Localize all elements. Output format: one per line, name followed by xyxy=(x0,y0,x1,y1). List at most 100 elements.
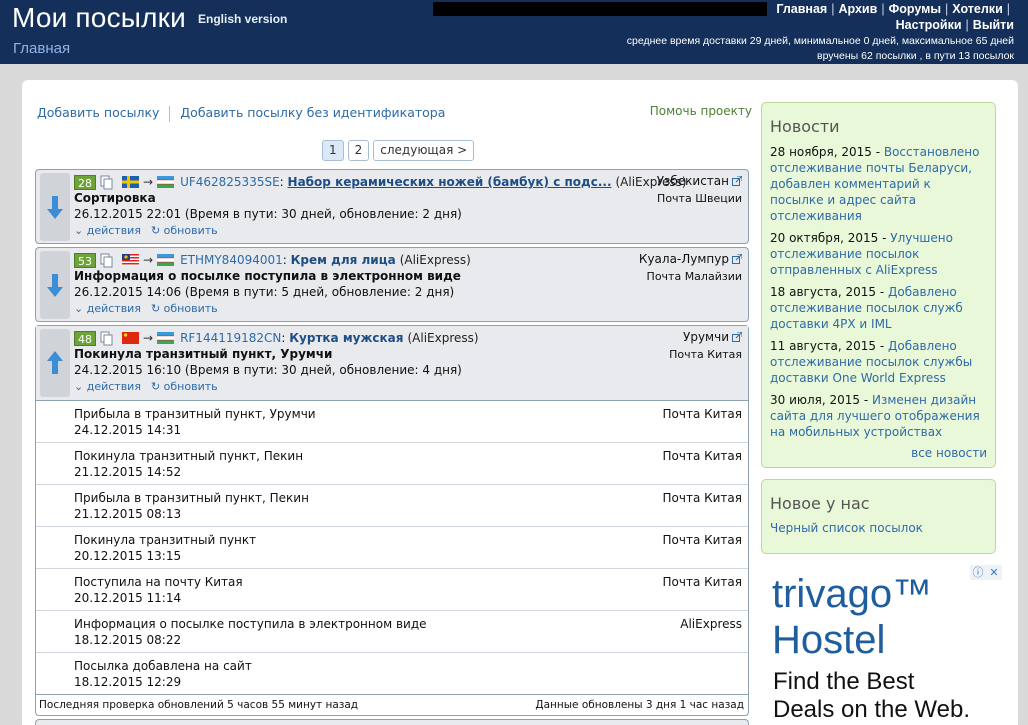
event-date: 18.12.2015 12:29 xyxy=(74,675,182,689)
news-item: 18 августа, 2015 - Добавлено отслеживани… xyxy=(770,285,963,331)
nav-forums[interactable]: Форумы xyxy=(889,2,941,16)
flag-uzbekistan-icon xyxy=(157,176,175,188)
site-header: Мои посылки English version Главная Глав… xyxy=(0,0,1028,64)
event-description: Покинула транзитный пункт xyxy=(74,533,257,547)
tracking-number[interactable]: UF462825335SE xyxy=(180,175,280,189)
breadcrumb[interactable]: Главная xyxy=(13,40,70,57)
route-arrow-icon: → xyxy=(143,331,154,345)
ad-brand: trivago™ Hostel xyxy=(772,572,933,662)
actions-dropdown[interactable]: ⌄ действия xyxy=(74,302,141,315)
tracking-event: Поступила на почту Китая 20.12.2015 11:1… xyxy=(36,569,748,611)
refresh-button[interactable]: ↻ обновить xyxy=(151,302,218,315)
advertisement[interactable]: ⓘ ✕ trivago™ Hostel Find the Best Deals on … xyxy=(764,565,1002,725)
news-item: 20 октября, 2015 - Улучшено отслеживание… xyxy=(770,231,953,277)
tracking-number[interactable]: RF144119182CN xyxy=(180,331,281,345)
ad-info-icon[interactable]: ⓘ xyxy=(970,565,986,580)
postal-service: Почта Малайзии xyxy=(646,270,742,283)
external-link-icon[interactable] xyxy=(732,176,742,186)
toolbar: Добавить посылку Добавить посылку без иде… xyxy=(37,105,445,122)
event-date: 18.12.2015 08:22 xyxy=(74,633,182,647)
nav-home[interactable]: Главная xyxy=(776,2,827,16)
parcel-city: Урумчи xyxy=(683,330,729,344)
parcel-status: Покинула транзитный пункт, Урумчи xyxy=(74,347,333,361)
shop-name: (AliExpress) xyxy=(407,331,479,345)
parcel-title-link[interactable]: Куртка мужская xyxy=(289,331,403,345)
english-version-link[interactable]: English version xyxy=(198,12,287,26)
parcel-card[interactable]: 28 → UF462825335SE: Набор керамических н… xyxy=(35,169,749,244)
nav-archive[interactable]: Архив xyxy=(838,2,877,16)
parcel-card-expanded[interactable]: 48 → RF144119182CN: Куртка мужская (AliE… xyxy=(35,325,749,716)
tracking-number[interactable]: ETHMY84094001 xyxy=(180,253,283,267)
new-features-box: Новое у нас Черный список посылок xyxy=(761,479,996,554)
add-parcel-link[interactable]: Добавить посылку xyxy=(37,105,159,120)
news-box: Новости 28 ноября, 2015 - Восстановлено … xyxy=(761,102,996,468)
nav-settings[interactable]: Настройки xyxy=(896,18,962,32)
pagination: 1 2 следующая > xyxy=(322,140,475,161)
event-description: Посылка добавлена на сайт xyxy=(74,659,252,673)
event-description: Покинула транзитный пункт, Пекин xyxy=(74,449,304,463)
external-link-icon[interactable] xyxy=(732,254,742,264)
new-features-title: Новое у нас xyxy=(770,494,870,513)
event-description: Прибыла в транзитный пункт, Пекин xyxy=(74,491,309,505)
parcel-title-link[interactable]: Крем для лица xyxy=(291,253,396,267)
parcel-city: Узбекистан xyxy=(656,174,729,188)
news-item: 11 августа, 2015 - Добавлено отслеживани… xyxy=(770,339,973,385)
delivery-stats: среднее время доставки 29 дней, минималь… xyxy=(626,35,1014,47)
data-updated-text: Данные обновлены 3 дня 1 час назад xyxy=(535,699,744,711)
event-postal-service: Почта Китая xyxy=(662,449,743,463)
copy-icon[interactable] xyxy=(100,175,114,190)
copy-icon[interactable] xyxy=(100,331,114,346)
copy-icon[interactable] xyxy=(100,253,114,268)
expand-arrow-button[interactable] xyxy=(40,251,70,319)
arrow-down-icon xyxy=(47,274,63,297)
parcel-time: 24.12.2015 16:10 (Время в пути: 30 дней,… xyxy=(74,363,462,377)
news-item: 30 июля, 2015 - Изменен дизайн сайта для… xyxy=(770,393,980,439)
page-2-button[interactable]: 2 xyxy=(347,140,370,161)
actions-dropdown[interactable]: ⌄ действия xyxy=(74,380,141,393)
top-nav: Главная | Архив | Форумы | Хотелки | xyxy=(776,2,1010,16)
refresh-icon: ↻ xyxy=(150,224,164,237)
actions-dropdown[interactable]: ⌄ действия xyxy=(74,224,141,237)
event-date: 24.12.2015 14:31 xyxy=(74,423,182,437)
news-item: 28 ноября, 2015 - Восстановлено отслежив… xyxy=(770,145,980,223)
all-news-link[interactable]: все новости xyxy=(770,446,987,460)
event-description: Информация о посылке поступила в электро… xyxy=(74,617,427,631)
parcel-status: Информация о посылке поступила в электро… xyxy=(74,269,461,283)
refresh-icon: ↻ xyxy=(150,380,164,393)
tracking-event: Посылка добавлена на сайт 18.12.2015 12:… xyxy=(36,653,748,695)
flag-malaysia-icon xyxy=(122,254,139,266)
nav-logout[interactable]: Выйти xyxy=(973,18,1014,32)
news-title: Новости xyxy=(770,117,840,136)
blacklist-link[interactable]: Черный список посылок xyxy=(770,521,987,535)
event-postal-service: Почта Китая xyxy=(662,407,743,421)
next-page-button[interactable]: следующая > xyxy=(373,140,475,161)
refresh-button[interactable]: ↻ обновить xyxy=(151,380,218,393)
tracking-event: Прибыла в транзитный пункт, Урумчи 24.12… xyxy=(36,401,748,443)
parcel-card-partial[interactable] xyxy=(35,719,749,725)
event-postal-service: AliExpress xyxy=(680,617,742,631)
redacted-bar xyxy=(433,2,767,16)
top-nav-2: Настройки | Выйти xyxy=(895,18,1014,32)
nav-wishes[interactable]: Хотелки xyxy=(952,2,1002,16)
ad-close-icon[interactable]: ✕ xyxy=(986,565,1002,580)
flag-uzbekistan-icon xyxy=(157,254,175,266)
help-project-link[interactable]: Помочь проекту xyxy=(650,104,752,118)
event-date: 20.12.2015 11:14 xyxy=(74,591,182,605)
parcel-title-link[interactable]: Набор керамических ножей (бамбук) с подс… xyxy=(288,175,612,189)
days-badge: 48 xyxy=(74,330,96,346)
tracking-event: Покинула транзитный пункт, Пекин 21.12.2… xyxy=(36,443,748,485)
refresh-icon: ↻ xyxy=(150,302,164,315)
parcel-counts: вручены 62 посылки , в пути 13 посылок xyxy=(817,50,1014,62)
event-postal-service: Почта Китая xyxy=(662,491,743,505)
collapse-arrow-button[interactable] xyxy=(40,329,70,397)
expand-arrow-button[interactable] xyxy=(40,173,70,241)
tracking-event: Информация о посылке поступила в электро… xyxy=(36,611,748,653)
page-1-button[interactable]: 1 xyxy=(322,140,344,161)
event-postal-service: Почта Китая xyxy=(662,575,743,589)
site-title[interactable]: Мои посылки xyxy=(12,2,186,34)
external-link-icon[interactable] xyxy=(732,332,742,342)
parcel-card[interactable]: 53 → ETHMY84094001: Крем для лица (AliEx… xyxy=(35,247,749,322)
refresh-button[interactable]: ↻ обновить xyxy=(151,224,218,237)
flag-china-icon xyxy=(122,332,139,344)
add-parcel-no-id-link[interactable]: Добавить посылку без идентификатора xyxy=(180,105,445,120)
